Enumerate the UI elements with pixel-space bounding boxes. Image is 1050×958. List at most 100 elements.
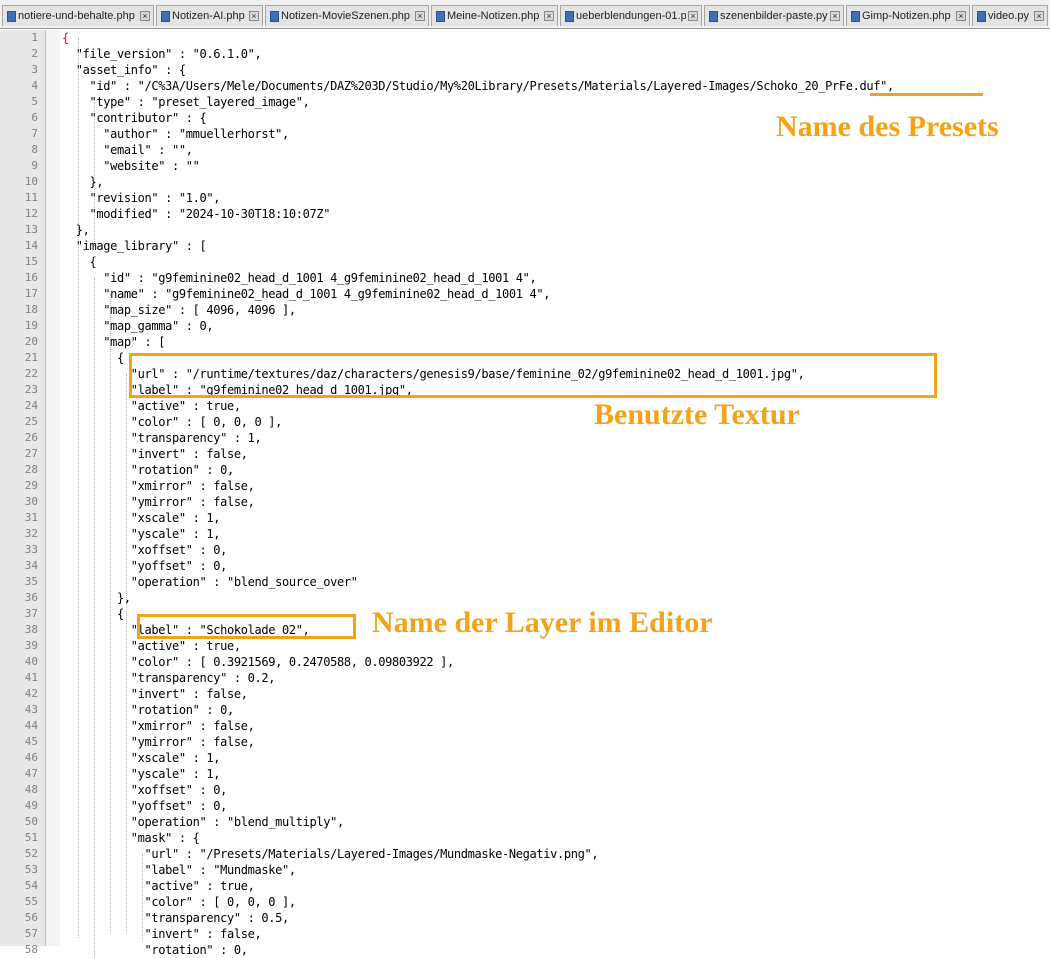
code-line[interactable]: 30 "ymirror" : false, [0, 494, 1050, 510]
code-line[interactable]: 4 "id" : "/C%3A/Users/Mele/Documents/DAZ… [0, 78, 1050, 94]
code-line[interactable]: 50 "operation" : "blend_multiply", [0, 814, 1050, 830]
code-line[interactable]: 43 "rotation" : 0, [0, 702, 1050, 718]
code-line[interactable]: 51 "mask" : { [0, 830, 1050, 846]
line-number: 8 [31, 143, 38, 156]
code-line[interactable]: 9 "website" : "" [0, 158, 1050, 174]
line-text: "url" : "/Presets/Materials/Layered-Imag… [62, 847, 599, 861]
code-line[interactable]: 55 "color" : [ 0, 0, 0 ], [0, 894, 1050, 910]
code-line[interactable]: 52 "url" : "/Presets/Materials/Layered-I… [0, 846, 1050, 862]
line-text: "image_library" : [ [62, 239, 207, 253]
code-line[interactable]: 11 "revision" : "1.0", [0, 190, 1050, 206]
close-tab-icon[interactable]: × [544, 11, 554, 21]
annotation-texture: Benutzte Textur [594, 398, 800, 431]
tab-ueberblendungen[interactable]: ueberblendungen-01.py × [560, 5, 702, 26]
code-line[interactable]: 47 "yscale" : 1, [0, 766, 1050, 782]
close-tab-icon[interactable]: × [249, 11, 259, 21]
code-line[interactable]: 42 "invert" : false, [0, 686, 1050, 702]
line-text: { [62, 351, 124, 365]
code-line[interactable]: 3 "asset_info" : { [0, 62, 1050, 78]
line-text: "map" : [ [62, 335, 166, 349]
line-text: "label" : "Mundmaske", [62, 863, 296, 877]
code-line[interactable]: 26 "transparency" : 1, [0, 430, 1050, 446]
code-line[interactable]: 13 }, [0, 222, 1050, 238]
line-text: "map_size" : [ 4096, 4096 ], [62, 303, 296, 317]
close-tab-icon[interactable]: × [140, 11, 150, 21]
line-text: "invert" : false, [62, 687, 248, 701]
code-line[interactable]: 18 "map_size" : [ 4096, 4096 ], [0, 302, 1050, 318]
php-file-icon [851, 10, 860, 22]
code-line[interactable]: 2 "file_version" : "0.6.1.0", [0, 46, 1050, 62]
code-line[interactable]: 48 "xoffset" : 0, [0, 782, 1050, 798]
code-line[interactable]: 27 "invert" : false, [0, 446, 1050, 462]
preset-name-underline [870, 93, 983, 96]
code-line[interactable]: 14 "image_library" : [ [0, 238, 1050, 254]
code-line[interactable]: 56 "transparency" : 0.5, [0, 910, 1050, 926]
code-line[interactable]: 15 { [0, 254, 1050, 270]
code-line[interactable]: 54 "active" : true, [0, 878, 1050, 894]
code-line[interactable]: 1{ [0, 30, 1050, 46]
close-tab-icon[interactable]: × [956, 11, 966, 21]
code-line[interactable]: 41 "transparency" : 0.2, [0, 670, 1050, 686]
code-line[interactable]: 25 "color" : [ 0, 0, 0 ], [0, 414, 1050, 430]
code-editor[interactable]: 1{2 "file_version" : "0.6.1.0", 3 "asset_… [0, 30, 1050, 958]
code-line[interactable]: 58 "rotation" : 0, [0, 942, 1050, 958]
code-line[interactable]: 39 "active" : true, [0, 638, 1050, 654]
line-number: 42 [24, 687, 38, 700]
line-number: 16 [24, 271, 38, 284]
tab-label: Gimp-Notizen.php [862, 10, 951, 22]
close-tab-icon[interactable]: × [1034, 11, 1044, 21]
close-tab-icon[interactable]: × [415, 11, 425, 21]
line-text: "transparency" : 1, [62, 431, 262, 445]
code-line[interactable]: 57 "invert" : false, [0, 926, 1050, 942]
close-tab-icon[interactable]: × [830, 11, 840, 21]
code-line[interactable]: 12 "modified" : "2024-10-30T18:10:07Z" [0, 206, 1050, 222]
line-number: 20 [24, 335, 38, 348]
code-line[interactable]: 46 "xscale" : 1, [0, 750, 1050, 766]
code-line[interactable]: 29 "xmirror" : false, [0, 478, 1050, 494]
code-line[interactable]: 16 "id" : "g9feminine02_head_d_1001 4_g9… [0, 270, 1050, 286]
code-line[interactable]: 35 "operation" : "blend_source_over" [0, 574, 1050, 590]
code-line[interactable]: 20 "map" : [ [0, 334, 1050, 350]
code-line[interactable]: 10 }, [0, 174, 1050, 190]
php-file-icon [436, 10, 445, 22]
tab-label: ueberblendungen-01.py [576, 10, 686, 22]
code-line[interactable]: 36 }, [0, 590, 1050, 606]
line-number: 35 [24, 575, 38, 588]
code-line[interactable]: 44 "xmirror" : false, [0, 718, 1050, 734]
code-line[interactable]: 34 "yoffset" : 0, [0, 558, 1050, 574]
close-tab-icon[interactable]: × [688, 11, 698, 21]
code-line[interactable]: 31 "xscale" : 1, [0, 510, 1050, 526]
code-line[interactable]: 17 "name" : "g9feminine02_head_d_1001 4_… [0, 286, 1050, 302]
tab-gimp-notizen[interactable]: Gimp-Notizen.php × [846, 5, 970, 26]
code-line[interactable]: 24 "active" : true, [0, 398, 1050, 414]
line-text: "rotation" : 0, [62, 943, 248, 957]
code-line[interactable]: 49 "yoffset" : 0, [0, 798, 1050, 814]
line-text: "transparency" : 0.5, [62, 911, 289, 925]
line-text: "author" : "mmuellerhorst", [62, 127, 289, 141]
code-line[interactable]: 45 "ymirror" : false, [0, 734, 1050, 750]
code-line[interactable]: 5 "type" : "preset_layered_image", [0, 94, 1050, 110]
tab-video[interactable]: video.py × [972, 5, 1048, 26]
line-text: "website" : "" [62, 159, 200, 173]
line-number: 44 [24, 719, 38, 732]
tab-notizen-ai[interactable]: Notizen-AI.php × [156, 5, 263, 26]
line-number: 4 [31, 79, 38, 92]
line-number: 43 [24, 703, 38, 716]
line-text: "modified" : "2024-10-30T18:10:07Z" [62, 207, 331, 221]
line-text: { [62, 255, 97, 269]
annotation-layer-name: Name der Layer im Editor [372, 606, 713, 639]
tab-notizen-movieszenen[interactable]: Notizen-MovieSzenen.php × [265, 5, 429, 26]
line-text: "ymirror" : false, [62, 735, 255, 749]
code-line[interactable]: 28 "rotation" : 0, [0, 462, 1050, 478]
tab-meine-notizen[interactable]: Meine-Notizen.php × [431, 5, 558, 26]
code-line[interactable]: 32 "yscale" : 1, [0, 526, 1050, 542]
code-line[interactable]: 53 "label" : "Mundmaske", [0, 862, 1050, 878]
code-line[interactable]: 33 "xoffset" : 0, [0, 542, 1050, 558]
tab-notiere-und-behalte[interactable]: notiere-und-behalte.php × [2, 5, 154, 26]
code-line[interactable]: 19 "map_gamma" : 0, [0, 318, 1050, 334]
code-line[interactable]: 40 "color" : [ 0.3921569, 0.2470588, 0.0… [0, 654, 1050, 670]
tab-szenenbilder-paste[interactable]: szenenbilder-paste.py × [704, 5, 844, 26]
line-number: 40 [24, 655, 38, 668]
code-line[interactable]: 8 "email" : "", [0, 142, 1050, 158]
line-text: "xoffset" : 0, [62, 543, 228, 557]
